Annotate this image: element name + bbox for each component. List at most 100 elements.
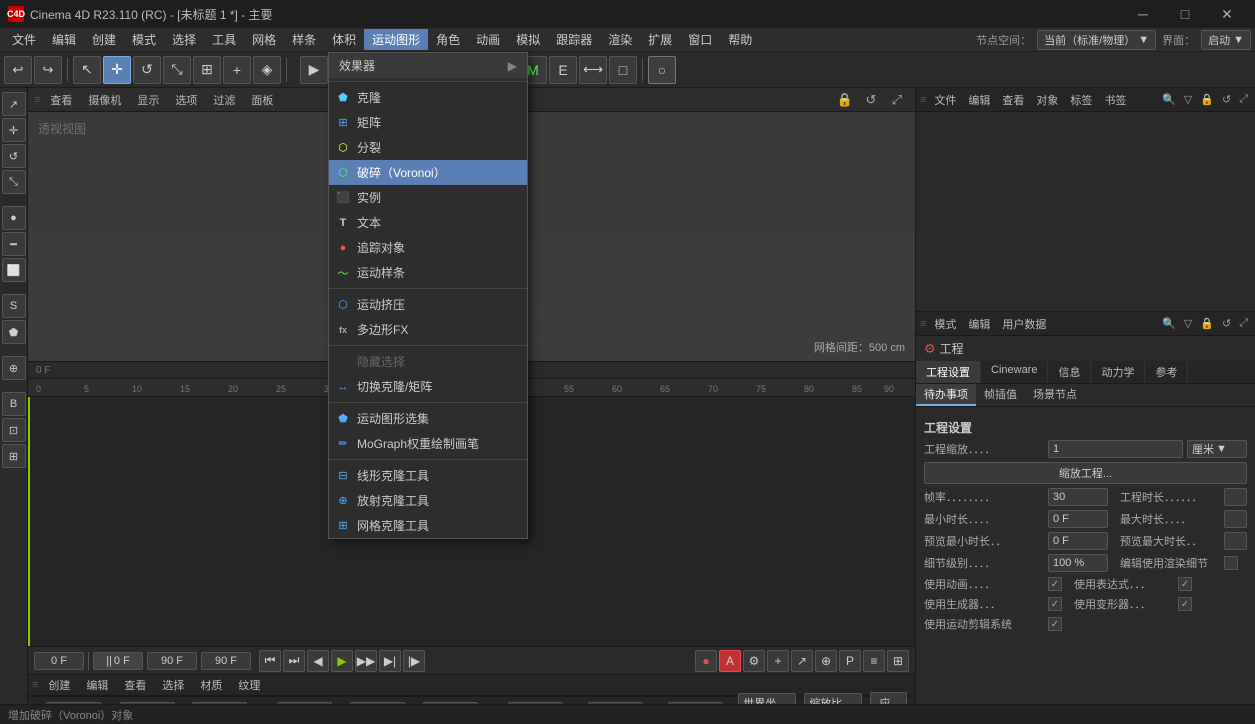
goto-end[interactable]: |▶ [403,650,425,672]
undo-button[interactable]: ↩ [4,56,32,84]
rp-view[interactable]: 查看 [998,91,1028,109]
select-tool[interactable]: ↖ [73,56,101,84]
refresh-icon[interactable]: ↺ [1219,92,1234,107]
frame-input2[interactable]: || 0 F [93,652,143,670]
vp-lock[interactable]: 🔒 [833,89,857,111]
current-frame[interactable]: 0 F [34,652,84,670]
subtab-todo[interactable]: 待办事项 [916,384,976,406]
goto-start[interactable]: ⏮ [259,650,281,672]
menu-simulate[interactable]: 模拟 [508,29,548,50]
dd-voronoi[interactable]: ⬡ 破碎（Voronoi） [329,160,527,185]
prop-renderdetail-check[interactable] [1224,556,1238,570]
scene-select[interactable]: 选择 [156,675,190,695]
tab-dynamics[interactable]: 动力学 [1091,361,1145,383]
dd-grid-clone[interactable]: ⊞ 网格克隆工具 [329,513,527,538]
vp-menu-icon[interactable]: ≡ [34,94,40,106]
maximize-button[interactable]: □ [1165,0,1205,28]
scene-menu-icon[interactable]: ≡ [32,679,38,691]
tab-cineware[interactable]: Cineware [981,361,1048,383]
sidebar-b2[interactable]: ⊡ [2,418,26,442]
rotate-tool[interactable]: ↺ [133,56,161,84]
rp-bookmark[interactable]: 书签 [1100,91,1130,109]
prop-generator-check[interactable] [1048,597,1062,611]
motion-btn[interactable]: ↗ [791,650,813,672]
props-expand-icon[interactable]: ⤢ [1236,316,1251,331]
sidebar-poly[interactable]: ⬜ [2,258,26,282]
dd-clone[interactable]: ⬟ 克隆 [329,85,527,110]
props-userdata[interactable]: 用户数据 [998,315,1050,333]
sidebar-s2[interactable]: ⬟ [2,320,26,344]
menu-spline[interactable]: 样条 [284,29,324,50]
timeline-btn[interactable]: + [767,650,789,672]
vp-display[interactable]: 显示 [131,91,165,109]
vp-filter[interactable]: 过滤 [207,91,241,109]
props-filter-icon[interactable]: ▽ [1181,316,1195,331]
menu-edit[interactable]: 编辑 [44,29,84,50]
scene-material[interactable]: 材质 [194,675,228,695]
props-edit[interactable]: 编辑 [964,315,994,333]
dd-moextrude[interactable]: ⬡ 运动挤压 [329,292,527,317]
step-forward[interactable]: ▶| [379,650,401,672]
props-search-icon[interactable]: 🔍 [1159,316,1179,331]
rp-menu-icon[interactable]: ≡ [920,94,926,106]
props-mode[interactable]: 模式 [930,315,960,333]
vp-refresh[interactable]: ↺ [859,89,883,111]
rp-tag[interactable]: 标签 [1066,91,1096,109]
menu-volume[interactable]: 体积 [324,29,364,50]
prop-expression-check[interactable] [1178,577,1192,591]
vp-expand[interactable]: ⤢ [885,89,909,111]
dd-moweight[interactable]: ✏ MoGraph权重绘制画笔 [329,431,527,456]
menu-mesh[interactable]: 网格 [244,29,284,50]
scale-tool[interactable]: ⤡ [163,56,191,84]
frame-end1[interactable]: 90 F [147,652,197,670]
menu-mograph[interactable]: 运动图形 [364,29,428,50]
tab-info[interactable]: 信息 [1048,361,1091,383]
dd-radial-clone[interactable]: ⊕ 放射克隆工具 [329,488,527,513]
dd-linear-clone[interactable]: ⊟ 线形克隆工具 [329,463,527,488]
rp-object[interactable]: 对象 [1032,91,1062,109]
motion2-btn[interactable]: ⊕ [815,650,837,672]
menu-window[interactable]: 窗口 [680,29,720,50]
dd-mosel[interactable]: ⬟ 运动图形选集 [329,406,527,431]
move-tool[interactable]: ✛ [103,56,131,84]
dd-mospline[interactable]: 〜 运动样条 [329,260,527,285]
render-view[interactable]: ▶ [300,56,328,84]
dd-switch[interactable]: ↔ 切换克隆/矩阵 [329,374,527,399]
dd-hidesel[interactable]: 隐藏选择 [329,349,527,374]
vp-panel[interactable]: 面板 [245,91,279,109]
dd-matrix[interactable]: ⊞ 矩阵 [329,110,527,135]
scene-edit[interactable]: 编辑 [80,675,114,695]
menu-character[interactable]: 角色 [428,29,468,50]
scale-project-button[interactable]: 缩放工程... [924,462,1247,484]
prop-fps-value[interactable]: 30 [1048,488,1108,506]
prop-prevmax-value[interactable] [1224,532,1247,550]
sidebar-snap[interactable]: ⊕ [2,356,26,380]
obj-field[interactable]: ⟷ [579,56,607,84]
prop-animation-check[interactable] [1048,577,1062,591]
filter-icon[interactable]: ▽ [1181,92,1195,107]
subtab-interp[interactable]: 帧插值 [976,384,1025,406]
vp-options[interactable]: 选项 [169,91,203,109]
dd-instance[interactable]: ⬛ 实例 [329,185,527,210]
scene-create[interactable]: 创建 [42,675,76,695]
prop-deformer-check[interactable] [1178,597,1192,611]
scene-area[interactable] [916,112,1255,312]
props-lock-icon[interactable]: 🔒 [1197,316,1217,331]
props-menu-icon[interactable]: ≡ [920,318,926,330]
minimize-button[interactable]: ─ [1123,0,1163,28]
props-refresh-icon[interactable]: ↺ [1219,316,1234,331]
tab-project-settings[interactable]: 工程设置 [916,361,981,383]
obj-camera[interactable]: □ [609,56,637,84]
titlebar-controls[interactable]: ─ □ ✕ [1123,0,1247,28]
menu-render[interactable]: 渲染 [600,29,640,50]
menu-help[interactable]: 帮助 [720,29,760,50]
close-button[interactable]: ✕ [1207,0,1247,28]
sidebar-b3[interactable]: ⊞ [2,444,26,468]
menu-tracker[interactable]: 跟踪器 [548,29,600,50]
prev-key[interactable]: ⏭ [283,650,305,672]
interface-dropdown[interactable]: 启动 ▼ [1201,30,1251,50]
transform-tool[interactable]: ⊞ [193,56,221,84]
menu-create[interactable]: 创建 [84,29,124,50]
dd-tracer[interactable]: ● 追踪对象 [329,235,527,260]
vp-view[interactable]: 查看 [44,91,78,109]
